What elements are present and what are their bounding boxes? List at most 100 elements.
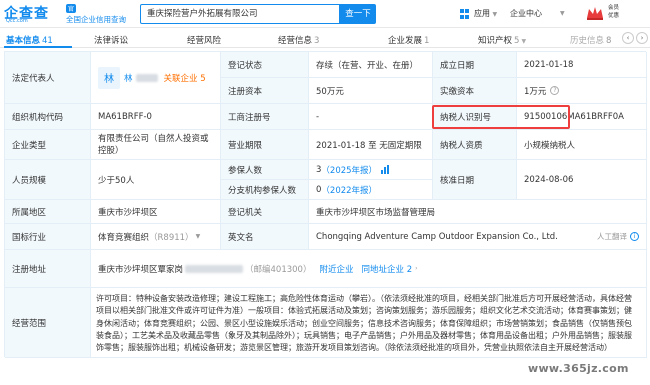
insured-year-link[interactable]: （2025年报） (321, 164, 377, 176)
english-name-cell: Chongqing Adventure Camp Outdoor Expansi… (309, 224, 647, 250)
tab-development[interactable]: 企业发展 1 (388, 34, 429, 46)
taxpayer-qual-label: 纳税人资质 (433, 130, 517, 160)
reg-authority-value: 重庆市沙坪坝区市场监督管理局 (309, 200, 647, 224)
insured-label: 参保人数 (221, 160, 309, 180)
staff-size-label: 人员规模 (5, 160, 91, 200)
tab-risk[interactable]: 经营风险 (187, 34, 223, 46)
english-name-label: 英文名 (221, 224, 309, 250)
postcode: （邮编401300） (245, 264, 312, 275)
tab-label: 经营风险 (187, 36, 222, 46)
industry-label: 国标行业 (5, 224, 91, 250)
business-scope-text: 许可项目：特种设备安装改造修理；建设工程施工；高危险性体育运动（攀岩）。（依法须… (96, 294, 632, 353)
reg-status-value: 存续（在营、开业、在册） (309, 52, 433, 78)
search-button[interactable]: 查一下 (340, 4, 376, 24)
paid-capital-label: 实缴资本 (433, 78, 517, 104)
help-icon[interactable]: ? (550, 86, 560, 95)
info-icon[interactable]: i (630, 232, 639, 241)
region-label: 所属地区 (5, 200, 91, 224)
chevron-down-icon[interactable]: ▼ (196, 233, 201, 240)
tab-label: 历史信息 (570, 36, 605, 46)
logo-slogan: 全国企业信用查询 (66, 15, 126, 24)
translate-hint[interactable]: 人工翻译 (597, 231, 627, 242)
paid-capital-value: 1万元 (524, 86, 547, 97)
same-address-count: 2 (406, 264, 413, 275)
legal-rep-cell: 林 林 关联企业 5 (91, 52, 221, 104)
chevron-down-icon: ▼ (560, 10, 565, 17)
company-type-label: 企业类型 (5, 130, 91, 160)
associated-count: 5 (200, 73, 206, 84)
industry-code: （R8911） (149, 232, 194, 243)
approval-date-label: 核准日期 (433, 160, 517, 200)
same-address-label: 同地址企业 (361, 264, 404, 275)
logo-domain: Qcc.com (6, 18, 28, 24)
address-value: 重庆市沙坪坝区覃家岗 (98, 264, 184, 275)
tab-operation[interactable]: 经营信息 3 (278, 34, 319, 46)
redacted-address (185, 264, 244, 273)
branch-insured-year-link[interactable]: （2022年报） (321, 184, 377, 196)
paid-capital-highlight (432, 105, 570, 129)
logo-badge: 官 (66, 4, 77, 13)
vip-line-2: 优惠 (608, 13, 620, 19)
enterprise-center-link[interactable]: 企业中心 (510, 8, 542, 19)
tab-label: 企业发展 (388, 36, 423, 46)
tab-count: 3 (314, 36, 320, 46)
paid-capital-cell: 1万元 ? (517, 78, 647, 104)
associated-companies-link[interactable]: 关联企业 5 (164, 72, 206, 84)
vip-crown-icon[interactable] (585, 5, 605, 21)
tab-history[interactable]: 历史信息 8 (570, 34, 611, 46)
address-label: 注册地址 (5, 250, 91, 288)
chevron-down-icon: ▼ (521, 38, 527, 45)
found-date-value: 2021-01-18 (517, 52, 647, 78)
same-address-link[interactable]: 同地址企业 2 (361, 263, 412, 275)
tab-legal[interactable]: 法律诉讼 (94, 34, 130, 46)
industry-value: 体育竞赛组织 (98, 232, 150, 243)
section-tabs: 基本信息 41 法律诉讼 经营风险 经营信息 3 企业发展 1 知识产权 5 ▼ 历史信息… (0, 30, 650, 48)
biz-reg-no-label: 工商注册号 (221, 104, 309, 130)
vip-line-1: 会员 (608, 5, 620, 11)
qcc-logo[interactable]: 企查查 Qcc.com 官 全国企业信用查询 (4, 3, 136, 25)
tab-count: 41 (42, 36, 53, 46)
tab-ip[interactable]: 知识产权 5 ▼ (478, 34, 526, 46)
org-code-value: MA61BRFF-0 (91, 104, 221, 130)
scope-label: 经营范围 (5, 288, 91, 358)
address-cell: 重庆市沙坪坝区覃家岗 （邮编401300） 附近企业 同地址企业 2 › (91, 250, 647, 288)
tab-count: 1 (424, 36, 430, 46)
tab-label: 经营信息 (278, 36, 313, 46)
biz-term-label: 营业期限 (221, 130, 309, 160)
reg-capital-label: 注册资本 (221, 78, 309, 104)
apps-menu[interactable]: 应用 ▼ (474, 8, 497, 19)
nearby-companies-link[interactable]: 附近企业 (319, 263, 353, 275)
reg-status-label: 登记状态 (221, 52, 309, 78)
tab-next-arrow-icon[interactable]: › (636, 32, 648, 44)
insured-cell: 3 （2025年报） (309, 160, 433, 180)
industry-cell: 体育竞赛组织 （R8911） ▼ (91, 224, 221, 250)
tab-label: 知识产权 (478, 36, 513, 46)
associated-label: 关联企业 (163, 73, 198, 84)
legal-rep-name[interactable]: 林 (124, 72, 133, 84)
biz-term-value: 2021-01-18 至 无固定期限 (309, 130, 433, 160)
biz-reg-no-value: - (309, 104, 433, 130)
enterprise-caret[interactable]: ▼ (560, 8, 565, 17)
avatar: 林 (98, 66, 120, 89)
chevron-right-icon: › (415, 265, 418, 272)
reg-authority-label: 登记机关 (221, 200, 309, 224)
trend-chart-icon[interactable] (381, 165, 390, 174)
vip-promo[interactable]: 会员 优惠 (608, 4, 619, 20)
english-name-value: Chongqing Adventure Camp Outdoor Expansi… (316, 231, 558, 242)
chevron-down-icon: ▼ (492, 11, 498, 18)
search-input[interactable]: 重庆探险营户外拓展有限公司 (140, 4, 340, 24)
tab-prev-arrow-icon[interactable]: ‹ (622, 32, 634, 44)
legal-rep-label: 法定代表人 (5, 52, 91, 104)
apps-grid-icon[interactable] (460, 9, 470, 19)
company-type-value: 有限责任公司（自然人投资或控股） (91, 130, 221, 160)
branch-insured-cell: 0 （2022年报） (309, 180, 433, 200)
top-header: 企查查 Qcc.com 官 全国企业信用查询 重庆探险营户外拓展有限公司 查一下… (0, 0, 650, 28)
tab-basic-info[interactable]: 基本信息 41 (6, 34, 53, 46)
active-tab-indicator (4, 46, 72, 48)
reg-capital-value: 50万元 (309, 78, 433, 104)
site-watermark: www.365jz.com (528, 362, 629, 375)
tab-label: 法律诉讼 (94, 36, 129, 46)
tab-label: 基本信息 (6, 36, 41, 46)
tab-count: 5 (514, 36, 520, 46)
staff-size-value: 少于50人 (91, 160, 221, 200)
